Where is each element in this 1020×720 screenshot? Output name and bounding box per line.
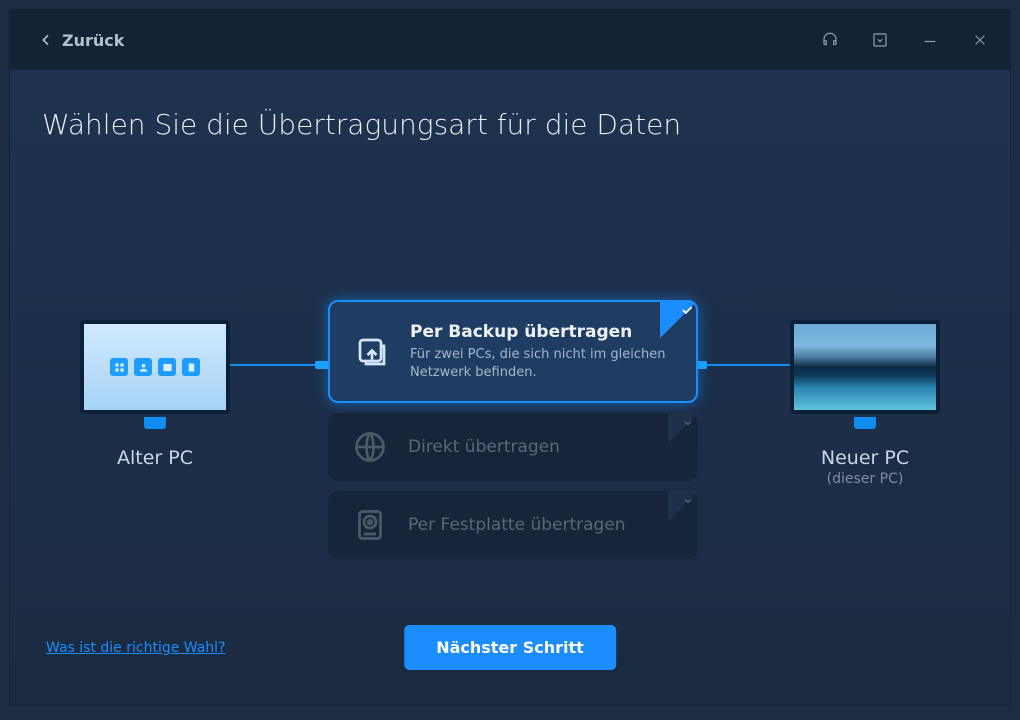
- option-direct-transfer[interactable]: Direkt übertragen: [328, 413, 698, 481]
- new-pc-graphic: Neuer PC (dieser PC): [780, 320, 950, 487]
- chevron-down-icon: [668, 413, 698, 443]
- selected-check-icon: [660, 300, 698, 338]
- support-button[interactable]: [814, 24, 846, 56]
- backup-icon: [352, 332, 392, 372]
- new-pc-monitor-icon: [790, 320, 940, 414]
- arrow-left-icon: [38, 32, 54, 48]
- option-title: Direkt übertragen: [408, 437, 560, 457]
- option-description: Für zwei PCs, die sich nicht im gleichen…: [410, 346, 670, 381]
- network-icon: [350, 427, 390, 467]
- menu-button[interactable]: [864, 24, 896, 56]
- old-pc-label: Alter PC: [70, 447, 240, 469]
- option-disk-transfer[interactable]: Per Festplatte übertragen: [328, 491, 698, 559]
- new-pc-label: Neuer PC: [780, 447, 950, 469]
- page-title: Wählen Sie die Übertragungsart für die D…: [42, 108, 681, 141]
- option-title: Per Festplatte übertragen: [408, 515, 626, 535]
- transfer-options: Per Backup übertragen Für zwei PCs, die …: [328, 300, 698, 569]
- new-pc-sublabel: (dieser PC): [780, 471, 950, 487]
- back-label: Zurück: [62, 31, 124, 50]
- image-icon: [158, 358, 176, 376]
- help-link[interactable]: Was ist die richtige Wahl?: [46, 640, 226, 656]
- apps-icon: [110, 358, 128, 376]
- close-icon: [971, 31, 989, 49]
- close-button[interactable]: [964, 24, 996, 56]
- back-button[interactable]: Zurück: [38, 31, 124, 50]
- old-pc-monitor-icon: [80, 320, 230, 414]
- disk-icon: [350, 505, 390, 545]
- file-icon: [182, 358, 200, 376]
- old-pc-graphic: Alter PC: [70, 320, 240, 469]
- dropdown-box-icon: [871, 31, 889, 49]
- headset-icon: [821, 31, 839, 49]
- option-backup-transfer[interactable]: Per Backup übertragen Für zwei PCs, die …: [328, 300, 698, 403]
- next-step-button[interactable]: Nächster Schritt: [404, 625, 616, 670]
- user-icon: [134, 358, 152, 376]
- minimize-icon: [921, 31, 939, 49]
- minimize-button[interactable]: [914, 24, 946, 56]
- chevron-down-icon: [668, 491, 698, 521]
- option-title: Per Backup übertragen: [410, 322, 670, 342]
